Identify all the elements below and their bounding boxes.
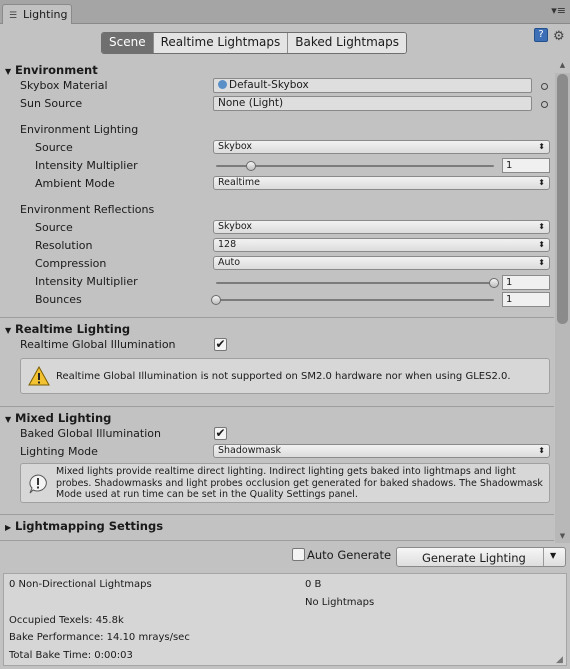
compression-dropdown[interactable]: Auto ⬍	[213, 256, 550, 270]
refl-intensity-label: Intensity Multiplier	[35, 275, 138, 288]
intensity-multiplier-label: Intensity Multiplier	[35, 159, 138, 172]
baked-gi-checkbox[interactable]: ✔	[214, 427, 227, 440]
sun-source-field[interactable]: None (Light)	[213, 96, 532, 111]
lighting-mode-dropdown[interactable]: Shadowmask ⬍	[213, 444, 550, 458]
lightmap-size: 0 B	[305, 579, 322, 590]
scroll-up-arrow-icon[interactable]: ▲	[555, 61, 570, 73]
env-source-label: Source	[35, 141, 73, 154]
lightmap-count: 0 Non-Directional Lightmaps	[9, 579, 152, 590]
window-menu-icon[interactable]: ▾≡	[551, 4, 566, 17]
intensity-slider-track[interactable]	[216, 165, 494, 167]
scroll-down-arrow-icon[interactable]: ▼	[555, 532, 570, 544]
occupied-texels: Occupied Texels: 45.8k	[9, 615, 124, 626]
refl-source-label: Source	[35, 221, 73, 234]
skybox-material-label: Skybox Material	[20, 79, 108, 92]
lighting-window-tab[interactable]: ☰ Lighting	[2, 4, 72, 24]
baked-gi-label: Baked Global Illumination	[20, 427, 161, 440]
no-lightmaps-text: No Lightmaps	[305, 597, 375, 608]
mode-toolbar: Scene Realtime Lightmaps Baked Lightmaps	[101, 32, 408, 54]
realtime-gi-checkbox[interactable]: ✔	[214, 338, 227, 351]
bounces-label: Bounces	[35, 293, 82, 306]
foldout-arrow-icon: ▼	[5, 415, 12, 424]
refl-intensity-slider-knob[interactable]	[489, 278, 499, 288]
bounces-slider-knob[interactable]	[211, 295, 221, 305]
auto-generate-label: Auto Generate	[307, 548, 392, 562]
chevron-updown-icon: ⬍	[538, 222, 545, 231]
intensity-value-field[interactable]: 1	[502, 158, 550, 173]
auto-generate-checkbox[interactable]	[292, 548, 305, 561]
settings-gear-icon[interactable]: ⚙	[553, 29, 565, 44]
bake-performance: Bake Performance: 14.10 mrays/sec	[9, 632, 190, 643]
mixed-lighting-foldout[interactable]: ▼ Mixed Lighting	[0, 409, 554, 429]
chevron-updown-icon: ⬍	[538, 258, 545, 267]
resolution-dropdown[interactable]: 128 ⬍	[213, 238, 550, 252]
mixed-lighting-info-text: Mixed lights provide realtime direct lig…	[56, 466, 543, 500]
mixed-lighting-info-box: Mixed lights provide realtime direct lig…	[20, 463, 550, 503]
realtime-gi-label: Realtime Global Illumination	[20, 338, 176, 351]
chevron-updown-icon: ⬍	[538, 446, 545, 455]
button-divider	[543, 548, 544, 566]
total-bake-time: Total Bake Time: 0:00:03	[9, 650, 133, 661]
object-picker-icon[interactable]	[541, 83, 548, 90]
generate-lighting-button[interactable]: Generate Lighting ▼	[396, 547, 566, 567]
environment-reflections-label: Environment Reflections	[20, 203, 155, 216]
realtime-gi-warning-text: Realtime Global Illumination is not supp…	[56, 371, 511, 382]
object-picker-icon[interactable]	[541, 101, 548, 108]
ambient-mode-dropdown[interactable]: Realtime ⬍	[213, 176, 550, 190]
tab-realtime-lightmaps[interactable]: Realtime Lightmaps	[153, 33, 289, 53]
realtime-lighting-foldout[interactable]: ▼ Realtime Lighting	[0, 320, 554, 340]
window-tab-bar: ☰ Lighting ▾≡	[0, 0, 570, 24]
warning-icon	[28, 366, 50, 386]
foldout-arrow-icon: ▶	[5, 523, 12, 532]
material-sphere-icon	[218, 80, 227, 89]
chevron-updown-icon: ⬍	[538, 178, 545, 187]
lightmapping-settings-foldout[interactable]: ▶ Lightmapping Settings	[0, 517, 554, 537]
foldout-arrow-icon: ▼	[5, 326, 12, 335]
lighting-icon: ☰	[9, 11, 18, 21]
checkmark-icon: ✔	[215, 426, 226, 440]
info-icon	[29, 474, 47, 494]
refl-intensity-slider-track[interactable]	[216, 282, 494, 284]
sun-source-label: Sun Source	[20, 97, 83, 110]
section-divider	[0, 406, 554, 407]
bake-stats-panel: 0 Non-Directional Lightmaps 0 B No Light…	[3, 573, 567, 666]
lighting-mode-label: Lighting Mode	[20, 445, 98, 458]
intensity-slider-knob[interactable]	[245, 161, 256, 171]
resolution-label: Resolution	[35, 239, 93, 252]
dropdown-arrow-icon[interactable]: ▼	[550, 551, 556, 560]
refl-source-dropdown[interactable]: Skybox ⬍	[213, 220, 550, 234]
bounces-value-field[interactable]: 1	[502, 292, 550, 307]
tab-baked-lightmaps[interactable]: Baked Lightmaps	[288, 33, 407, 53]
checkmark-icon: ✔	[215, 337, 226, 351]
ambient-mode-label: Ambient Mode	[35, 177, 115, 190]
realtime-gi-warning-box: Realtime Global Illumination is not supp…	[20, 358, 550, 394]
section-divider	[0, 317, 554, 318]
bounces-slider-track[interactable]	[216, 299, 494, 301]
tab-scene[interactable]: Scene	[102, 33, 154, 53]
environment-lighting-label: Environment Lighting	[20, 123, 139, 136]
scrollbar-thumb[interactable]	[557, 74, 568, 324]
chevron-updown-icon: ⬍	[538, 142, 545, 151]
foldout-arrow-icon: ▼	[5, 67, 12, 76]
section-divider	[0, 540, 554, 541]
refl-intensity-value-field[interactable]: 1	[502, 275, 550, 290]
chevron-updown-icon: ⬍	[538, 240, 545, 249]
section-divider	[0, 514, 554, 515]
resize-grip-icon[interactable]: ◢	[556, 655, 563, 665]
compression-label: Compression	[35, 257, 107, 270]
help-book-icon[interactable]: ?	[534, 28, 548, 42]
env-source-dropdown[interactable]: Skybox ⬍	[213, 140, 550, 154]
window-title: Lighting	[23, 8, 68, 21]
skybox-material-field[interactable]: Default-Skybox	[213, 78, 532, 93]
